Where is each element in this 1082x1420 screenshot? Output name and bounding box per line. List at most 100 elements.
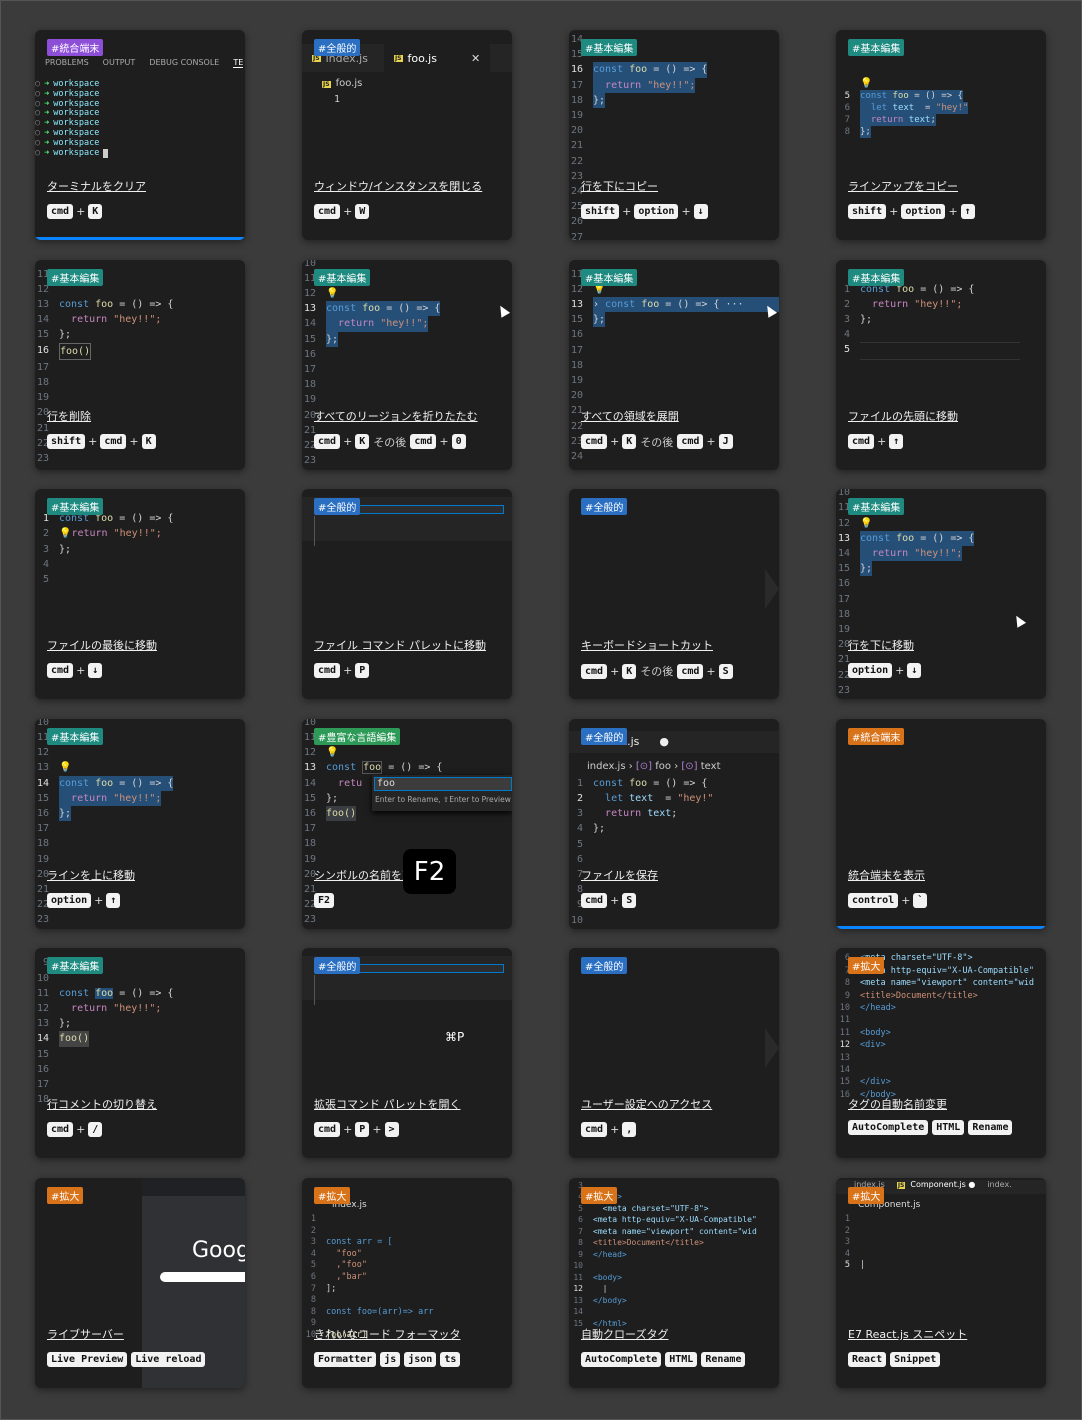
chevron-right-icon — [765, 1028, 779, 1069]
card-title: 行を削除 — [47, 409, 91, 423]
card-command-palette[interactable]: #全般的 拡張コマンド パレットを開く cmd + P + > — [302, 948, 512, 1159]
card-formatter[interactable]: index.js 1 2 3 const arr = [ 4 "foo" 5 ,"… — [302, 1177, 512, 1388]
terminal-output: ○ ➜ workspace ○ ➜ workspace ○ ➜ workspace ○ ➜ wo… — [35, 79, 109, 158]
card-title: 行コメントの切り替え — [47, 1098, 157, 1112]
tab-index[interactable]: index. — [987, 1180, 1011, 1194]
card-close-window[interactable]: #全般的 JS index.js JS foo.js ✕ JS foo.js 1 ウィン… — [302, 30, 512, 240]
code-editor: 1 2 3 const arr = [ 4 "foo" 5 ,"foo" 6 ,"… — [305, 1213, 434, 1340]
shortcut-keys: shift + cmd + K — [47, 433, 156, 449]
shortcut-keys: cmd + P + > — [314, 1122, 399, 1138]
card-title: ファイル コマンド パレットに移動 — [314, 639, 486, 653]
shortcut-keys: option + ↓ — [848, 663, 922, 679]
code-editor: 6<meta charset="UTF-8"> 7<meta http-equi… — [839, 953, 1034, 1100]
category-tag: #基本編集 — [47, 727, 104, 745]
code-editor: 1 const foo = () => { 2 return "hey!!"; 3… — [836, 282, 1046, 360]
card-react-snippets[interactable]: index.js JS Component.js ● index. Compone… — [836, 1177, 1046, 1388]
category-tag: #全般的 — [581, 727, 628, 745]
category-tag: #統合端末 — [47, 39, 104, 56]
card-terminal-clear[interactable]: #統合端末 PROBLEMS OUTPUT DEBUG CONSOLE TE ○… — [35, 30, 245, 240]
card-fold-all[interactable]: 10 11 12 💡 13 const foo = () => { 14 retur… — [302, 259, 512, 470]
card-live-server[interactable]: Googl #拡大 ライブサーバー Live PreviewLive reloa… — [35, 1177, 245, 1388]
shortcut-keys: shift + option + ↓ — [581, 204, 708, 219]
shortcut-keys: F2 — [314, 892, 335, 908]
close-icon[interactable]: ✕ — [471, 52, 480, 65]
card-move-line-up[interactable]: 10 11 12 13 💡 14 const foo = () => { 15 re… — [35, 718, 245, 929]
card-title: ラインアップをコピー — [848, 180, 958, 193]
card-title: 統合端末を表示 — [848, 868, 925, 882]
card-title: ユーザー設定へのアクセス — [581, 1098, 713, 1112]
rename-hint: Enter to Rename, ⇧Enter to Preview — [375, 794, 511, 804]
card-title: ファイルを保存 — [581, 868, 658, 882]
shortcut-keys: cmd + K その後 cmd + S — [581, 663, 733, 679]
category-tag: #拡大 — [581, 1186, 618, 1204]
google-logo: Googl — [192, 1237, 245, 1263]
card-auto-rename-tag[interactable]: 6<meta charset="UTF-8"> 7<meta http-equi… — [836, 948, 1046, 1159]
category-tag: #基本編集 — [314, 268, 371, 286]
card-copy-line-down[interactable]: 14 15 16 const foo = () => { 17 return "h… — [569, 30, 779, 240]
shortcut-grid: #統合端末 PROBLEMS OUTPUT DEBUG CONSOLE TE ○… — [35, 30, 1046, 1388]
card-delete-line[interactable]: 11 12 13 const foo = () => { 14 return "h… — [35, 259, 245, 470]
card-save-file[interactable]: index.js● index.js › [⊙] foo › [⊙] text … — [569, 718, 779, 929]
category-tag: #全般的 — [314, 498, 361, 516]
terminal-tabs: PROBLEMS OUTPUT DEBUG CONSOLE TE — [45, 58, 244, 68]
shortcut-keys: Formatter js json ts — [314, 1351, 461, 1367]
line-number: 1 — [334, 94, 341, 105]
card-title: E7 React.js スニペット — [848, 1327, 968, 1341]
category-tag: #全般的 — [314, 39, 361, 56]
shortcut-keys: AutoComplete HTML Rename — [848, 1120, 1013, 1136]
shortcut-keys: AutoComplete HTML Rename — [581, 1351, 746, 1367]
tab-terminal[interactable]: TE — [233, 58, 244, 68]
category-tag: #基本編集 — [581, 39, 638, 56]
card-file-palette[interactable]: #全般的 ファイル コマンド パレットに移動 cmd + P — [302, 489, 512, 700]
card-toggle-comment[interactable]: 9 10 11 const foo = () => { 12 return "he… — [35, 948, 245, 1159]
code-editor: 1 const foo = () => { 2 💡return "hey!!"; 3… — [42, 513, 174, 585]
card-go-file-end[interactable]: 1 const foo = () => { 2 💡return "hey!!"; 3… — [35, 489, 245, 700]
lightbulb-icon: 💡 — [860, 78, 873, 89]
card-title: すべてのリージョンを折りたたむ — [314, 409, 478, 423]
card-move-line-down[interactable]: 10 11 12 💡 13 const foo = () => { 14 retur… — [836, 489, 1046, 700]
shortcut-keys: control + ` — [848, 892, 928, 908]
rename-input[interactable]: foo — [374, 776, 512, 791]
card-rename-symbol[interactable]: 10 11 12 💡 13 const foo = () => { 14 retu … — [302, 718, 512, 929]
breadcrumb: index.js › [⊙] foo › [⊙] text — [587, 760, 721, 772]
card-auto-close-tag[interactable]: 3 4<head> 5 <meta charset="UTF-8"> 6<met… — [569, 1177, 779, 1388]
card-show-terminal[interactable]: #統合端末 統合端末を表示 control + ` — [836, 718, 1046, 929]
card-go-file-start[interactable]: 1 const foo = () => { 2 return "hey!!"; 3… — [836, 259, 1046, 470]
card-title: キーボードショートカット — [581, 639, 713, 653]
category-tag: #基本編集 — [581, 268, 638, 286]
category-tag: #全般的 — [581, 498, 628, 516]
shortcut-keys: React Snippet — [848, 1351, 941, 1367]
category-tag: #全般的 — [581, 957, 628, 975]
tab-debug-console[interactable]: DEBUG CONSOLE — [149, 58, 219, 68]
category-tag: #基本編集 — [848, 268, 905, 286]
card-title: すべての領域を展開 — [581, 409, 679, 423]
category-tag: #基本編集 — [47, 498, 104, 516]
card-unfold-all[interactable]: 11 12 💡 13 › const foo = () => { ··· 15}; … — [569, 259, 779, 470]
tab-component-js[interactable]: JS Component.js ● — [896, 1180, 975, 1194]
card-keyboard-shortcuts[interactable]: #全般的 キーボードショートカット cmd + K その後 cmd + S — [569, 489, 779, 700]
lightbulb-icon: 💡 — [326, 747, 339, 759]
category-tag: #拡大 — [314, 1186, 351, 1204]
card-copy-line-up[interactable]: 💡 5 const foo = () => { 6 let text = "hey… — [836, 30, 1046, 240]
card-user-settings[interactable]: #全般的 ユーザー設定へのアクセス cmd +, — [569, 948, 779, 1159]
shortcut-keys: cmd + K — [47, 204, 103, 219]
shortcut-keys: cmd + K その後 cmd +0 — [314, 434, 466, 450]
shortcut-keys: cmd + P — [314, 663, 370, 679]
tab-problems[interactable]: PROBLEMS — [45, 58, 89, 68]
cmd-p-overlay: ⌘P — [445, 1030, 465, 1044]
tab-foo-js[interactable]: JS foo.js ✕ — [383, 44, 491, 72]
category-tag: #基本編集 — [848, 498, 905, 516]
category-tag: #基本編集 — [47, 268, 104, 286]
category-tag: #全般的 — [314, 957, 361, 975]
rename-widget: foo Enter to Rename, ⇧Enter to Preview — [372, 774, 512, 811]
card-title: ラインを上に移動 — [47, 868, 135, 882]
shortcut-keys: cmd +, — [581, 1122, 637, 1138]
shortcut-keys: Live Preview Live reload — [47, 1351, 206, 1367]
card-title: ファイルの最後に移動 — [47, 639, 157, 653]
category-tag: #拡大 — [848, 957, 885, 975]
card-title: ライブサーバー — [47, 1327, 124, 1341]
category-tag: #豊富な言語編集 — [314, 727, 401, 745]
tab-output[interactable]: OUTPUT — [103, 58, 136, 68]
lightbulb-icon: 💡 — [326, 288, 339, 299]
shortcut-keys: option + ↑ — [47, 892, 121, 908]
